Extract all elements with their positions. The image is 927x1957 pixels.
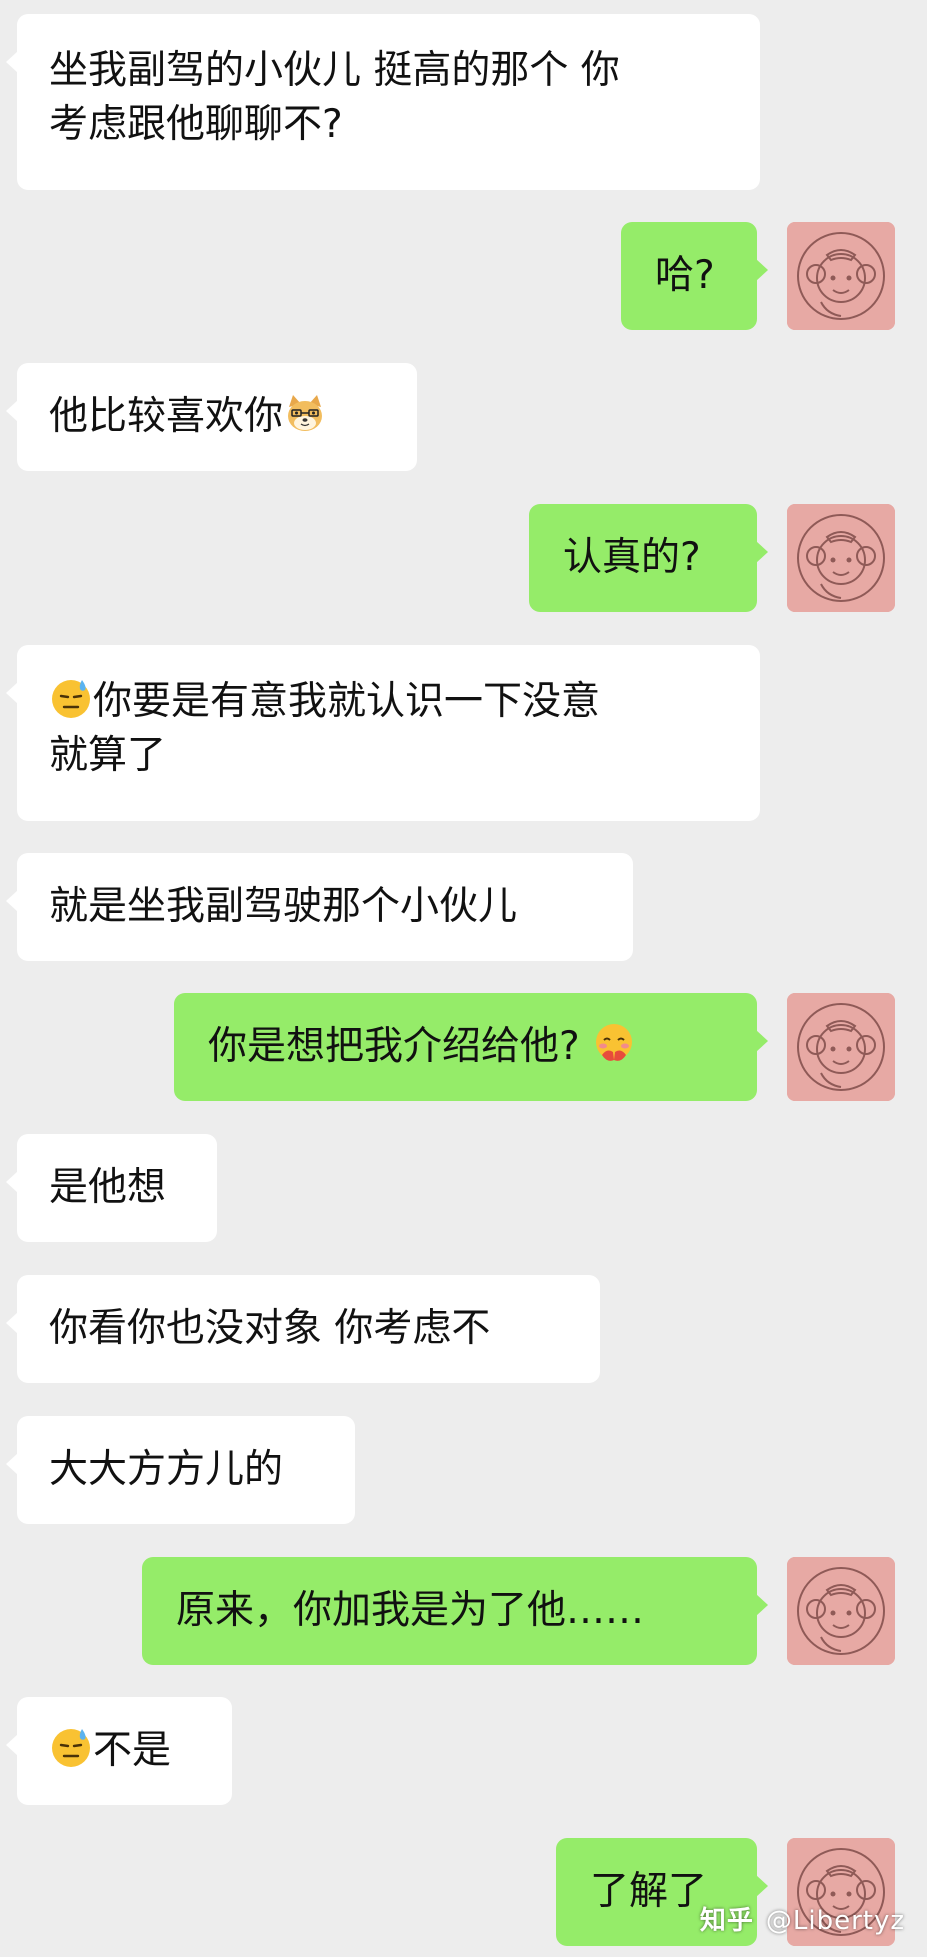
chat-history[interactable]: 坐我副驾的小伙儿 挺高的那个 你 考虑跟他聊聊不? 哈? 他比较喜欢你 认真的?… — [0, 0, 927, 1957]
zhihu-watermark: 知乎 @Libertyz — [700, 1900, 905, 1937]
message-bubble[interactable]: 哈? — [621, 222, 768, 330]
message-text: 考虑跟他聊聊不? — [49, 102, 343, 147]
avatar[interactable] — [787, 1557, 895, 1665]
message-bubble[interactable]: 认真的? — [529, 504, 768, 612]
message-text: 你看你也没对象 你考虑不 — [49, 1306, 491, 1351]
message-bubble[interactable]: 是他想 — [6, 1134, 217, 1242]
message-bubble[interactable]: 你要是有意我就认识一下没意 就算了 — [6, 645, 760, 821]
monkey-avatar-icon — [787, 222, 895, 330]
message-text: 就是坐我副驾驶那个小伙儿 — [49, 884, 518, 929]
message-text: 你要是有意我就认识一下没意 — [93, 679, 601, 724]
monkey-avatar-icon — [787, 1557, 895, 1665]
message-bubble[interactable]: 他比较喜欢你 — [6, 363, 417, 471]
avatar[interactable] — [787, 993, 895, 1101]
avatar[interactable] — [787, 222, 895, 330]
watermark-user: @Libertyz — [765, 1906, 905, 1936]
message-text: 他比较喜欢你 — [49, 394, 284, 439]
message-bubble[interactable]: 原来，你加我是为了他…… — [142, 1557, 768, 1665]
monkey-avatar-icon — [787, 504, 895, 612]
message-text: 就算了 — [49, 733, 167, 778]
message-bubble[interactable]: 就是坐我副驾驶那个小伙儿 — [6, 853, 633, 961]
monkey-avatar-icon — [787, 993, 895, 1101]
message-text: 了解了 — [590, 1869, 708, 1914]
message-text: 不是 — [93, 1728, 172, 1773]
message-text: 大大方方儿的 — [49, 1447, 284, 1492]
message-bubble[interactable]: 大大方方儿的 — [6, 1416, 355, 1524]
sweat-icon — [49, 1725, 93, 1769]
message-text: 是他想 — [49, 1165, 167, 1210]
zhihu-logo: 知乎 — [699, 1906, 754, 1936]
message-bubble[interactable]: 坐我副驾的小伙儿 挺高的那个 你 考虑跟他聊聊不? — [6, 14, 760, 190]
message-bubble[interactable]: 不是 — [6, 1697, 232, 1805]
blush-hands-icon — [592, 1021, 636, 1065]
sweat-icon — [49, 676, 93, 720]
message-text: 哈? — [655, 253, 715, 298]
message-text: 认真的? — [563, 535, 701, 580]
message-bubble[interactable]: 你看你也没对象 你考虑不 — [6, 1275, 600, 1383]
avatar[interactable] — [787, 504, 895, 612]
message-bubble[interactable]: 你是想把我介绍给他? — [174, 993, 768, 1101]
message-text: 原来，你加我是为了他…… — [176, 1588, 645, 1633]
doge-icon — [283, 391, 327, 435]
message-text: 你是想把我介绍给他? — [208, 1024, 580, 1069]
message-text: 坐我副驾的小伙儿 挺高的那个 你 — [49, 48, 620, 93]
